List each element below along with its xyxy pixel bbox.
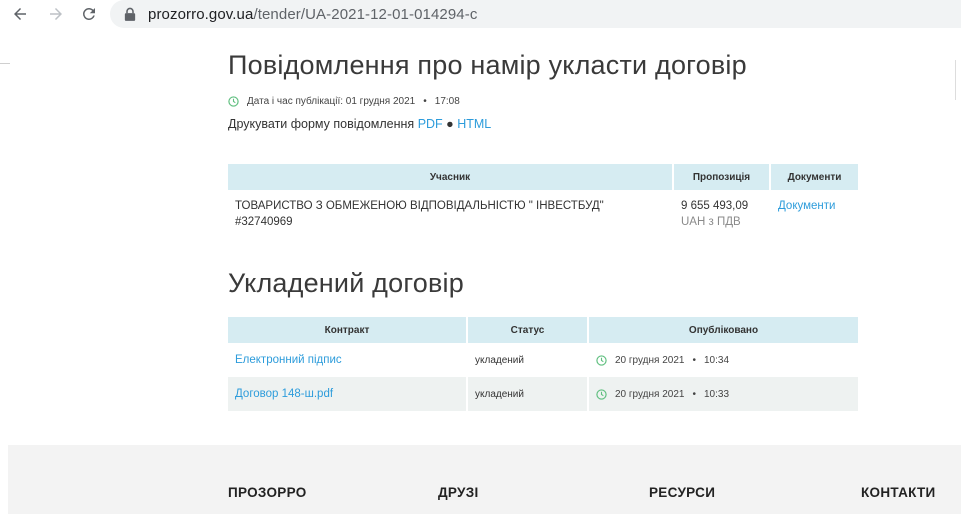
participant-cell: ТОВАРИСТВО З ОБМЕЖЕНОЮ ВІДПОВІДАЛЬНІСТЮ … bbox=[228, 190, 672, 250]
published-time: 17:08 bbox=[434, 96, 460, 107]
participant-name: ТОВАРИСТВО З ОБМЕЖЕНОЮ ВІДПОВІДАЛЬНІСТЮ … bbox=[235, 200, 604, 212]
contract-section-title: Укладений договір bbox=[228, 268, 464, 298]
url-path: /tender/UA-2021-12-01-014294-c bbox=[253, 5, 478, 23]
arrow-left-icon bbox=[14, 8, 26, 20]
reload-icon bbox=[82, 7, 95, 20]
column-header-status: Статус bbox=[468, 317, 587, 343]
browser-toolbar: prozorro.gov.ua/tender/UA-2021-12-01-014… bbox=[0, 0, 961, 28]
status-cell: укладений bbox=[475, 354, 524, 366]
documents-cell: Документи bbox=[771, 190, 858, 250]
footer: ПРОЗОРРО ДРУЗІ РЕСУРСИ КОНТАКТИ bbox=[8, 445, 961, 514]
contract-cell: Договор 148-ш.pdf bbox=[228, 377, 466, 411]
page-title: Повідомлення про намір укласти договір bbox=[228, 50, 747, 80]
contract-table: Контракт Статус Опубліковано Електронний… bbox=[226, 317, 860, 411]
print-separator: ● bbox=[446, 117, 454, 131]
proposal-amount: 9 655 493,09 bbox=[681, 200, 749, 212]
footer-item-prozorro[interactable]: ПРОЗОРРО bbox=[228, 485, 307, 500]
divider bbox=[0, 63, 10, 64]
publication-date: Дата і час публікації: 01 грудня 2021 • … bbox=[228, 96, 460, 107]
lock-icon bbox=[124, 6, 138, 22]
published-time: 10:34 bbox=[703, 354, 730, 366]
address-bar[interactable]: prozorro.gov.ua/tender/UA-2021-12-01-014… bbox=[110, 0, 961, 28]
clock-icon bbox=[596, 388, 607, 400]
contract-link[interactable]: Договор 148-ш.pdf bbox=[235, 388, 333, 400]
separator-dot: • bbox=[692, 388, 696, 400]
footer-item-resources[interactable]: РЕСУРСИ bbox=[649, 485, 715, 500]
clock-icon bbox=[228, 96, 239, 107]
published-cell: 20 грудня 2021 • 10:33 bbox=[589, 377, 858, 411]
table-row: Електронний підпис укладений 20 грудня 2… bbox=[228, 343, 858, 377]
footer-item-contacts[interactable]: КОНТАКТИ bbox=[861, 485, 936, 500]
published-time: 10:33 bbox=[703, 388, 730, 400]
column-header-participant: Учасник bbox=[228, 164, 672, 190]
table-row: ТОВАРИСТВО З ОБМЕЖЕНОЮ ВІДПОВІДАЛЬНІСТЮ … bbox=[228, 190, 858, 250]
published-date: 20 грудня 2021 bbox=[615, 354, 685, 366]
column-header-contract: Контракт bbox=[228, 317, 466, 343]
url-host: prozorro.gov.ua bbox=[148, 5, 254, 23]
back-button[interactable] bbox=[8, 2, 32, 26]
arrow-right-icon bbox=[50, 8, 62, 20]
column-header-proposal: Пропозиція bbox=[674, 164, 769, 190]
participants-table: Учасник Пропозиція Документи ТОВАРИСТВО … bbox=[226, 164, 860, 250]
footer-item-friends[interactable]: ДРУЗІ bbox=[438, 485, 479, 500]
reload-button[interactable] bbox=[77, 2, 101, 26]
published-label: Дата і час публікації: 01 грудня 2021 bbox=[247, 96, 416, 107]
separator-dot: • bbox=[692, 354, 696, 366]
clock-icon bbox=[596, 354, 607, 366]
participant-id: #32740969 bbox=[235, 216, 293, 228]
contract-link[interactable]: Електронний підпис bbox=[235, 354, 342, 366]
print-html-link[interactable]: HTML bbox=[457, 117, 491, 131]
proposal-currency: UAH з ПДВ bbox=[681, 216, 741, 228]
published-cell: 20 грудня 2021 • 10:34 bbox=[589, 343, 858, 377]
print-pdf-link[interactable]: PDF bbox=[418, 117, 443, 131]
published-date: 20 грудня 2021 bbox=[615, 388, 685, 400]
column-header-published: Опубліковано bbox=[589, 317, 858, 343]
print-label: Друкувати форму повідомлення bbox=[228, 117, 415, 131]
print-form-line: Друкувати форму повідомлення PDF ● HTML bbox=[228, 117, 491, 131]
forward-button[interactable] bbox=[44, 2, 68, 26]
divider bbox=[955, 60, 956, 100]
contract-cell: Електронний підпис bbox=[228, 343, 466, 377]
proposal-cell: 9 655 493,09 UAH з ПДВ bbox=[674, 190, 769, 250]
documents-link[interactable]: Документи bbox=[778, 200, 835, 212]
table-row: Договор 148-ш.pdf укладений 20 грудня 20… bbox=[228, 377, 858, 411]
separator-dot: • bbox=[423, 96, 427, 107]
status-cell: укладений bbox=[468, 377, 587, 411]
column-header-documents: Документи bbox=[771, 164, 858, 190]
